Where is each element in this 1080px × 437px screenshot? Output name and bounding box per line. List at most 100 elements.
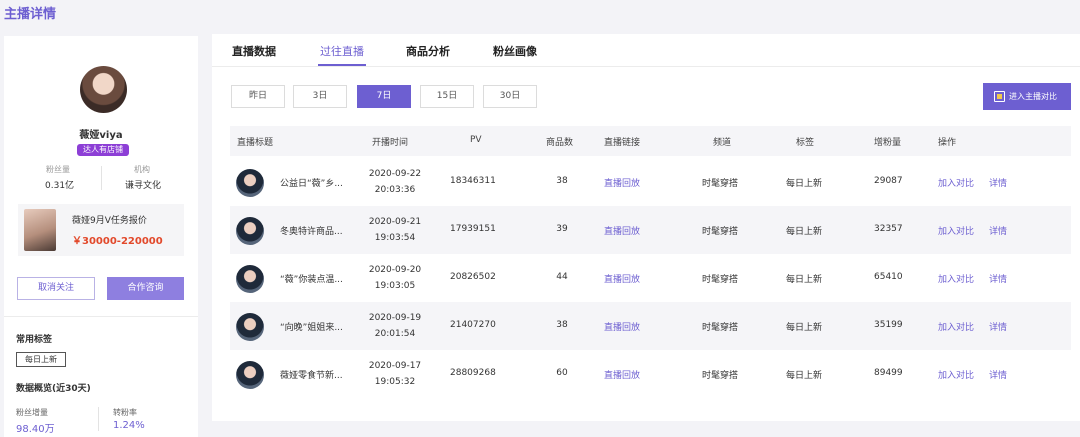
- live-thumbnail: [236, 313, 264, 341]
- live-thumbnail: [236, 217, 264, 245]
- header-title: 直播标题: [237, 138, 274, 148]
- range-yesterday-button[interactable]: 昨日: [231, 85, 285, 108]
- live-pv: 20826502: [450, 272, 496, 282]
- anchor-compare-label: 进入主播对比: [1009, 92, 1057, 101]
- tab-live-data[interactable]: 直播数据: [232, 43, 276, 59]
- header-actions: 操作: [938, 138, 957, 148]
- live-pv: 28809268: [450, 368, 496, 378]
- unfollow-button[interactable]: 取消关注: [17, 277, 95, 300]
- anchor-name: 薇娅viya: [79, 130, 123, 141]
- table-row: “向晚”姐姐来... 2020-09-19 20:01:54 21407270 3…: [230, 302, 1071, 350]
- header-product-count: 商品数: [546, 138, 574, 148]
- table-header: 直播标题 开播时间 PV 商品数 直播链接 频道 标签 增粉量 操作: [230, 126, 1071, 156]
- range-30d-button[interactable]: 30日: [483, 85, 537, 108]
- add-compare-link[interactable]: 加入对比: [938, 368, 974, 381]
- tags-title: 常用标签: [16, 335, 53, 345]
- detail-link[interactable]: 详情: [989, 272, 1007, 285]
- live-thumbnail: [236, 169, 264, 197]
- live-pv: 17939151: [450, 224, 496, 234]
- live-start-time: 2020-09-20 19:03:05: [368, 265, 422, 291]
- tag-chip: 每日上新: [16, 352, 66, 367]
- promo-title: 薇娅9月V任务报价: [72, 216, 147, 226]
- live-title: “向晚”姐姐来...: [280, 323, 343, 333]
- stats-divider: [101, 166, 102, 190]
- replay-link[interactable]: 直播回放: [604, 272, 640, 285]
- contact-button[interactable]: 合作咨询: [107, 277, 184, 300]
- replay-link[interactable]: 直播回放: [604, 368, 640, 381]
- agency-label: 机构: [134, 165, 150, 174]
- active-tab-indicator: [318, 64, 366, 66]
- header-pv: PV: [470, 135, 482, 145]
- live-start-time: 2020-09-19 20:01:54: [368, 313, 422, 339]
- fans-growth: 29087: [874, 176, 903, 186]
- tag: 每日上新: [786, 227, 823, 237]
- fans-growth: 35199: [874, 320, 903, 330]
- live-pv: 18346311: [450, 176, 496, 186]
- fans-count-value: 0.31亿: [45, 181, 75, 191]
- detail-link[interactable]: 详情: [989, 320, 1007, 333]
- channel: 时髦穿搭: [702, 179, 739, 189]
- fans-growth: 65410: [874, 272, 903, 282]
- replay-link[interactable]: 直播回放: [604, 176, 640, 189]
- header-live-link: 直播链接: [604, 138, 641, 148]
- detail-link[interactable]: 详情: [989, 224, 1007, 237]
- channel: 时髦穿搭: [702, 371, 739, 381]
- replay-link[interactable]: 直播回放: [604, 224, 640, 237]
- range-7d-button[interactable]: 7日: [357, 85, 411, 108]
- tag: 每日上新: [786, 179, 823, 189]
- promo-price: ￥30000-220000: [72, 236, 163, 247]
- live-start-time: 2020-09-17 19:05:32: [368, 361, 422, 387]
- live-start-time: 2020-09-21 19:03:54: [368, 217, 422, 243]
- tab-fan-profile[interactable]: 粉丝画像: [493, 43, 537, 59]
- shop-badge: 达人有店铺: [77, 144, 129, 156]
- fans-growth: 89499: [874, 368, 903, 378]
- range-3d-button[interactable]: 3日: [293, 85, 347, 108]
- table-row: “薇”你装点温... 2020-09-20 19:03:05 20826502 4…: [230, 254, 1071, 302]
- add-compare-link[interactable]: 加入对比: [938, 320, 974, 333]
- tab-past-live[interactable]: 过往直播: [320, 43, 364, 59]
- conversion-rate-value: 1.24%: [113, 420, 145, 431]
- section-divider: [4, 316, 198, 317]
- detail-link[interactable]: 详情: [989, 176, 1007, 189]
- task-price-card[interactable]: 薇娅9月V任务报价 ￥30000-220000: [18, 204, 184, 256]
- tag: 每日上新: [786, 275, 823, 285]
- add-compare-link[interactable]: 加入对比: [938, 224, 974, 237]
- agency-value: 谦寻文化: [125, 181, 162, 191]
- overview-title: 数据概览(近30天): [16, 384, 91, 394]
- detail-link[interactable]: 详情: [989, 368, 1007, 381]
- fans-growth-label: 粉丝增量: [16, 408, 48, 417]
- table-row: 公益日“薇”乡... 2020-09-22 20:03:36 18346311 3…: [230, 158, 1071, 206]
- channel: 时髦穿搭: [702, 227, 739, 237]
- header-tag: 标签: [796, 138, 815, 148]
- range-15d-button[interactable]: 15日: [420, 85, 474, 108]
- live-title: “薇”你装点温...: [280, 275, 343, 285]
- fans-count-label: 粉丝量: [46, 165, 70, 174]
- tab-bar: 直播数据 过往直播 商品分析 粉丝画像: [212, 34, 1080, 67]
- header-fans-growth: 增粉量: [874, 138, 902, 148]
- add-compare-link[interactable]: 加入对比: [938, 176, 974, 189]
- product-count: 38: [556, 176, 568, 186]
- live-pv: 21407270: [450, 320, 496, 330]
- product-count: 44: [556, 272, 568, 282]
- channel: 时髦穿搭: [702, 323, 739, 333]
- anchor-profile-panel: 薇娅viya 达人有店铺 粉丝量 0.31亿 机构 谦寻文化 薇娅9月V任务报价…: [4, 36, 198, 437]
- avatar: [80, 66, 127, 113]
- table-row: 薇娅零食节新... 2020-09-17 19:05:32 28809268 60…: [230, 350, 1071, 398]
- fans-growth: 32357: [874, 224, 903, 234]
- metrics-divider: [98, 407, 99, 431]
- live-title: 公益日“薇”乡...: [280, 179, 343, 189]
- table-row: 冬奥特许商品... 2020-09-21 19:03:54 17939151 39…: [230, 206, 1071, 254]
- product-count: 60: [556, 368, 568, 378]
- replay-link[interactable]: 直播回放: [604, 320, 640, 333]
- header-channel: 频道: [713, 138, 732, 148]
- live-thumbnail: [236, 361, 264, 389]
- anchor-compare-button[interactable]: 进入主播对比: [983, 83, 1071, 110]
- promo-image: [24, 209, 56, 251]
- page-title: 主播详情: [4, 7, 57, 22]
- add-compare-link[interactable]: 加入对比: [938, 272, 974, 285]
- tag: 每日上新: [786, 371, 823, 381]
- tab-product-analysis[interactable]: 商品分析: [406, 43, 450, 59]
- product-count: 38: [556, 320, 568, 330]
- main-panel: 直播数据 过往直播 商品分析 粉丝画像 昨日 3日 7日 15日 30日 进入主…: [212, 34, 1080, 421]
- header-start-time: 开播时间: [372, 138, 409, 148]
